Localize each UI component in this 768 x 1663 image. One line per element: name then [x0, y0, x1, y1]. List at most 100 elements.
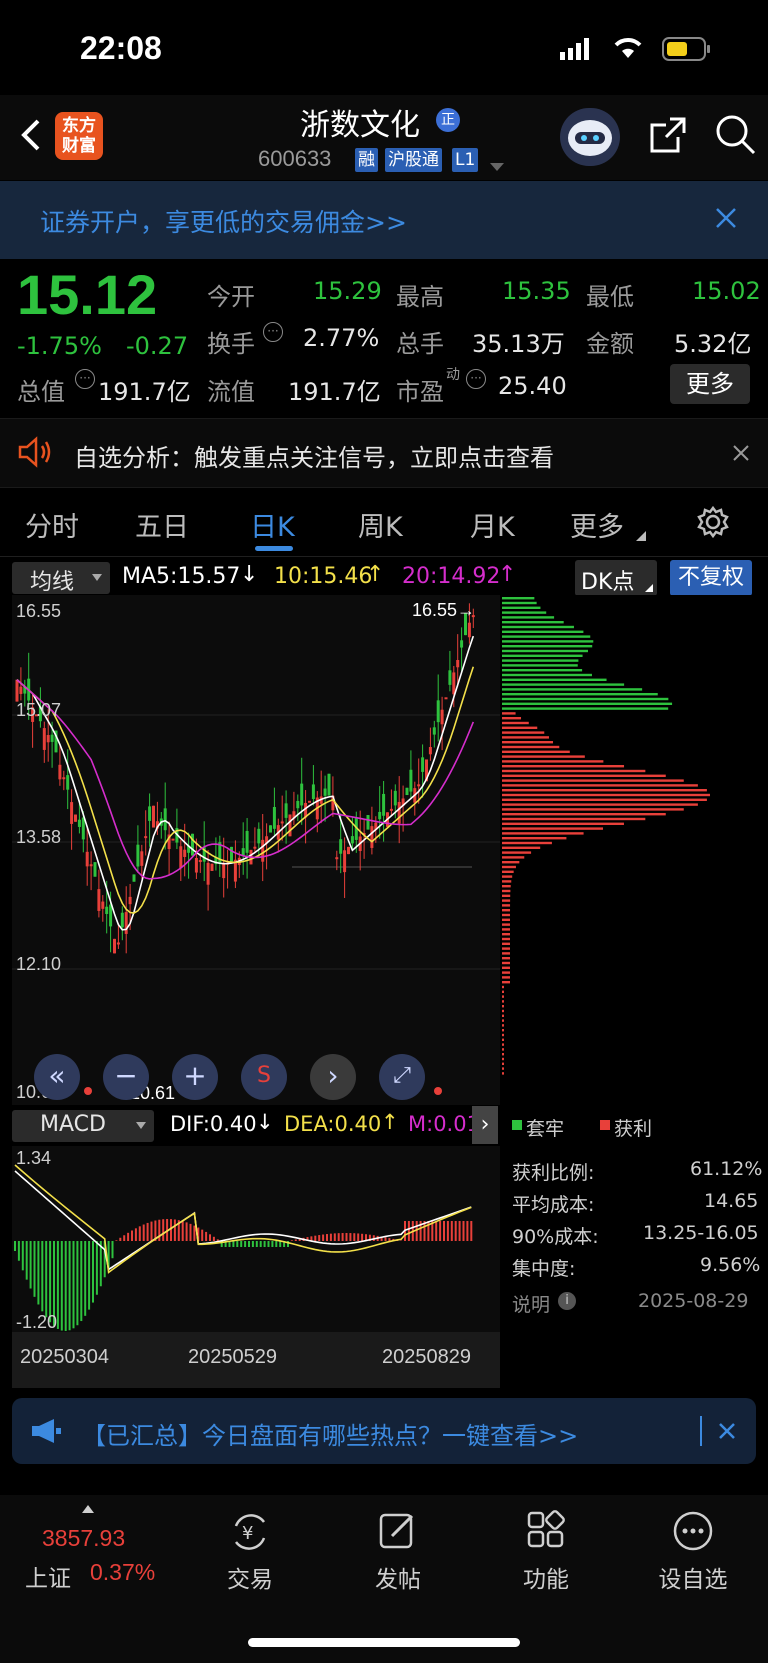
- fullscreen-icon[interactable]: ⤢: [379, 1054, 425, 1100]
- connect-tag: 沪股通: [385, 148, 442, 172]
- zoom-out-button[interactable]: −: [103, 1054, 149, 1100]
- candle-body: [183, 849, 187, 857]
- candle-body: [382, 793, 386, 816]
- tab-five-day[interactable]: 五日: [135, 505, 189, 544]
- nav-function[interactable]: 功能: [496, 1560, 596, 1594]
- candle-body: [311, 784, 315, 799]
- info-icon[interactable]: ···: [466, 369, 486, 389]
- chip-bar: [502, 827, 604, 830]
- nav-trade[interactable]: 交易: [200, 1560, 300, 1594]
- red-dot-icon: [84, 1087, 92, 1095]
- tab-weekly-k[interactable]: 周K: [358, 505, 403, 544]
- more-button[interactable]: 更多: [670, 364, 750, 404]
- dif-arrow: ↓: [256, 1110, 274, 1134]
- more-dots-icon[interactable]: [672, 1510, 714, 1556]
- ma-line: [16, 666, 475, 914]
- candle-body: [335, 857, 339, 860]
- macd-bar: [134, 1228, 137, 1241]
- adjust-button[interactable]: 不复权: [670, 560, 752, 596]
- corner-triangle-icon: [636, 526, 646, 545]
- candle-body: [397, 801, 401, 824]
- chip-bar: [502, 976, 510, 979]
- macd-y-top: 1.34: [16, 1148, 52, 1168]
- macd-bar: [205, 1231, 208, 1241]
- close-icon[interactable]: [732, 444, 750, 466]
- macd-chart[interactable]: [12, 1146, 500, 1332]
- chip-bar: [502, 645, 593, 648]
- tab-intraday[interactable]: 分时: [25, 505, 79, 544]
- macd-bar: [138, 1226, 141, 1241]
- macd-selector[interactable]: MACD: [12, 1110, 154, 1142]
- search-icon[interactable]: [714, 113, 758, 161]
- function-icon[interactable]: [526, 1510, 566, 1554]
- high-label: 最高: [396, 283, 444, 311]
- notice-text: 自选分析：触发重点关注信号，立即点击查看: [74, 444, 554, 472]
- level-tag: L1: [452, 148, 479, 172]
- dk-point-button[interactable]: DK点: [575, 560, 657, 596]
- promo-banner[interactable]: 证券开户，享更低的交易佣金>>: [0, 181, 768, 259]
- index-widget[interactable]: 3857.93 上证 0.37%: [20, 1505, 170, 1592]
- chevron-right-icon[interactable]: ›: [472, 1106, 498, 1144]
- ma5-arrow: ↓: [240, 562, 259, 587]
- macd-bar: [232, 1241, 235, 1247]
- scroll-right-button[interactable]: ›: [310, 1054, 356, 1100]
- stock-name: 浙数文化: [300, 108, 420, 143]
- candle-body: [417, 784, 421, 787]
- macd-bar: [326, 1234, 328, 1241]
- chip-bar: [502, 731, 545, 734]
- red-dot-icon: [434, 1087, 442, 1095]
- info-icon[interactable]: ···: [75, 369, 95, 389]
- ma-selector-label: 均线: [30, 570, 75, 595]
- share-icon[interactable]: [648, 115, 688, 159]
- hotspot-banner[interactable]: 【已汇总】今日盘面有哪些热点？一键查看>>: [12, 1398, 756, 1464]
- nav-post[interactable]: 发帖: [348, 1560, 448, 1594]
- macd-bar: [25, 1241, 28, 1280]
- candle-body: [409, 769, 413, 792]
- chip-note-label[interactable]: 说明: [512, 1290, 550, 1317]
- candle-body: [93, 862, 97, 877]
- tab-monthly-k[interactable]: 月K: [470, 505, 515, 544]
- trade-icon[interactable]: ¥: [228, 1510, 272, 1558]
- back-icon[interactable]: [18, 118, 46, 151]
- scroll-left-fast-button[interactable]: «: [34, 1054, 80, 1100]
- chip-bar: [502, 750, 570, 753]
- macd-bar: [294, 1239, 297, 1241]
- close-icon[interactable]: [718, 1422, 736, 1440]
- dk-point-label: DK点: [581, 570, 635, 595]
- candle-body: [144, 836, 148, 839]
- macd-bar: [349, 1233, 352, 1241]
- candle-body: [230, 846, 233, 862]
- info-icon[interactable]: ···: [263, 322, 283, 342]
- post-icon[interactable]: [378, 1510, 418, 1556]
- s-signal-button[interactable]: S: [241, 1054, 287, 1100]
- candle-body: [257, 828, 261, 844]
- logo-line-2: 财富: [62, 136, 96, 156]
- gear-icon[interactable]: [696, 505, 730, 543]
- close-icon[interactable]: [715, 207, 737, 233]
- chip-bar: [502, 928, 511, 931]
- chevron-down-icon[interactable]: [490, 156, 504, 175]
- robot-avatar-icon[interactable]: [560, 108, 620, 166]
- macd-bar: [454, 1221, 457, 1241]
- logo-line-1: 东方: [62, 116, 96, 136]
- chip-bar: [502, 606, 541, 609]
- candle-body: [105, 906, 109, 914]
- chip-bar: [502, 966, 510, 969]
- tab-more[interactable]: 更多: [570, 505, 624, 544]
- chip-stat-label: 平均成本:: [512, 1194, 595, 1216]
- y-tick: 13.58: [16, 827, 62, 847]
- macd-bar: [170, 1219, 172, 1241]
- ma-selector[interactable]: 均线: [12, 562, 110, 595]
- chip-bar: [502, 630, 584, 633]
- info-icon[interactable]: i: [558, 1292, 576, 1310]
- svg-text:¥: ¥: [242, 1523, 253, 1544]
- tab-daily-k[interactable]: 日K: [250, 505, 295, 544]
- candle-body: [253, 846, 257, 849]
- high-marker: 16.55→: [412, 600, 476, 620]
- zoom-in-button[interactable]: +: [172, 1054, 218, 1100]
- kline-chart[interactable]: [12, 595, 500, 1105]
- chip-stat-value: 61.12%: [690, 1158, 763, 1180]
- candle-body: [370, 826, 374, 848]
- nav-add-favorite[interactable]: 设自选: [643, 1560, 743, 1594]
- app-logo: 东方 财富: [55, 112, 103, 160]
